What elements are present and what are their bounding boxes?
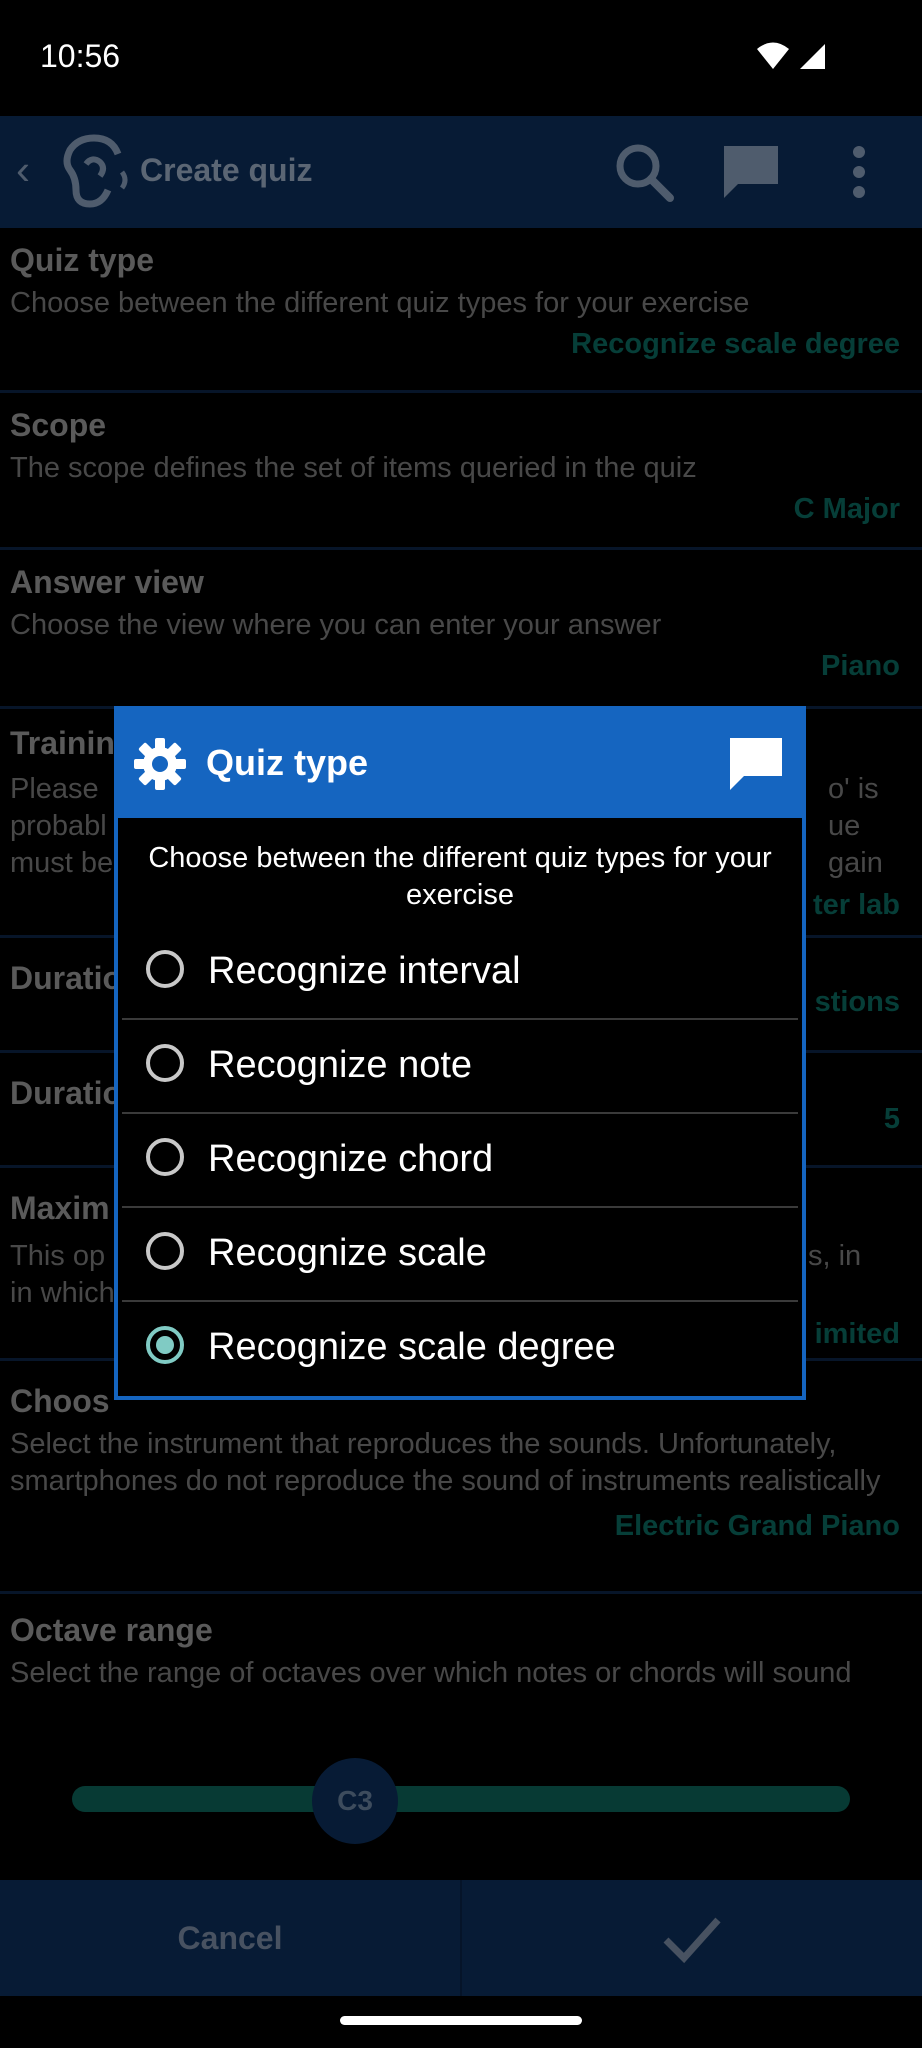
option-label: Recognize scale bbox=[208, 1232, 487, 1274]
option-label: Recognize note bbox=[208, 1044, 473, 1086]
radio-button[interactable] bbox=[146, 1232, 184, 1270]
status-bar: 10:56 bbox=[0, 0, 922, 116]
option-list: Recognize interval Recognize note Recogn… bbox=[118, 926, 802, 1394]
option-recognize-scale[interactable]: Recognize scale bbox=[122, 1208, 798, 1302]
quiz-type-dialog: Quiz type Choose between the different q… bbox=[114, 706, 806, 1400]
dialog-title: Quiz type bbox=[206, 742, 369, 783]
option-label: Recognize scale degree bbox=[208, 1326, 616, 1368]
signal-icon bbox=[800, 44, 825, 69]
radio-button-selected[interactable] bbox=[146, 1326, 184, 1364]
option-label: Recognize chord bbox=[208, 1138, 494, 1180]
status-time: 10:56 bbox=[40, 38, 121, 74]
chat-icon[interactable] bbox=[726, 734, 786, 794]
wifi-icon bbox=[757, 42, 789, 69]
option-recognize-interval[interactable]: Recognize interval bbox=[122, 926, 798, 1020]
option-label: Recognize interval bbox=[208, 950, 521, 992]
radio-button[interactable] bbox=[146, 1138, 184, 1176]
radio-button[interactable] bbox=[146, 1044, 184, 1082]
gear-icon bbox=[134, 738, 186, 790]
status-icons bbox=[756, 42, 826, 70]
option-recognize-chord[interactable]: Recognize chord bbox=[122, 1114, 798, 1208]
radio-button[interactable] bbox=[146, 950, 184, 988]
gesture-nav-handle[interactable] bbox=[340, 2016, 582, 2025]
dialog-description: Choose between the different quiz types … bbox=[148, 842, 772, 911]
option-recognize-scale-degree[interactable]: Recognize scale degree bbox=[122, 1302, 798, 1394]
option-recognize-note[interactable]: Recognize note bbox=[122, 1020, 798, 1114]
dialog-header: Quiz type bbox=[118, 710, 802, 818]
